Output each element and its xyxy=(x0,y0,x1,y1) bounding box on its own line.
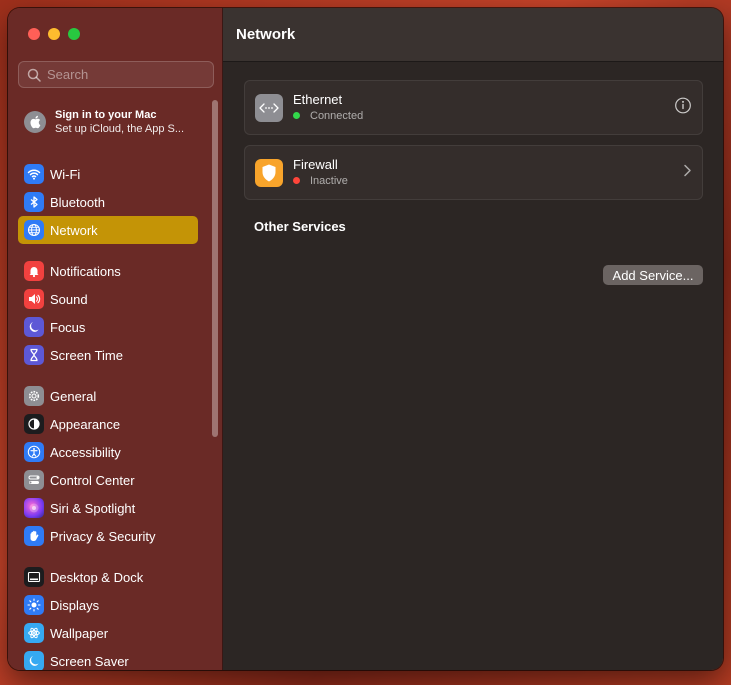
chevron-right-icon xyxy=(684,164,691,176)
close-button[interactable] xyxy=(28,28,40,40)
sidebar-item-label: Accessibility xyxy=(50,444,121,460)
sidebar-nav: Wi-Fi Bluetooth Network Notifications So… xyxy=(18,160,198,670)
bell-icon xyxy=(24,261,44,281)
sidebar-item-label: Siri & Spotlight xyxy=(50,500,136,516)
sidebar-item-sound[interactable]: Sound xyxy=(18,285,198,313)
info-icon xyxy=(675,97,691,113)
sidebar-item-desktop-dock[interactable]: Desktop & Dock xyxy=(18,563,198,591)
sidebar-item-label: Bluetooth xyxy=(50,194,105,210)
sidebar-item-label: Screen Saver xyxy=(50,653,129,669)
sidebar-item-network[interactable]: Network xyxy=(18,216,198,244)
accessibility-icon xyxy=(24,442,44,462)
sidebar-item-label: Screen Time xyxy=(50,347,123,363)
control-center-icon xyxy=(24,470,44,490)
toolbar: Network xyxy=(223,8,723,62)
bluetooth-icon xyxy=(24,192,44,212)
sidebar-item-wallpaper[interactable]: Wallpaper xyxy=(18,619,198,647)
sidebar-item-label: Sound xyxy=(50,291,88,307)
sidebar-item-notifications[interactable]: Notifications xyxy=(18,257,198,285)
page-title: Network xyxy=(236,26,296,43)
moon-icon xyxy=(24,317,44,337)
sidebar-item-wifi[interactable]: Wi-Fi xyxy=(18,160,198,188)
sidebar-item-appearance[interactable]: Appearance xyxy=(18,410,198,438)
sun-icon xyxy=(24,595,44,615)
sidebar-item-displays[interactable]: Displays xyxy=(18,591,198,619)
appearance-icon xyxy=(24,414,44,434)
sidebar-item-label: Control Center xyxy=(50,472,135,488)
sidebar-item-general[interactable]: General xyxy=(18,382,198,410)
sidebar-item-screen-saver[interactable]: Screen Saver xyxy=(18,647,198,670)
gear-icon xyxy=(24,386,44,406)
service-row-firewall[interactable]: Firewall Inactive xyxy=(244,145,703,200)
flower-icon xyxy=(24,623,44,643)
status-dot xyxy=(293,112,300,119)
service-name: Firewall xyxy=(293,156,338,172)
service-name: Ethernet xyxy=(293,91,343,107)
sidebar-item-label: Notifications xyxy=(50,263,121,279)
sidebar-scrollbar[interactable] xyxy=(212,100,218,437)
sidebar-item-label: Wi-Fi xyxy=(50,166,81,182)
sidebar-item-label: Privacy & Security xyxy=(50,528,156,544)
hand-icon xyxy=(24,526,44,546)
status-dot xyxy=(293,177,300,184)
service-row-ethernet[interactable]: Ethernet Connected xyxy=(244,80,703,135)
ethernet-icon xyxy=(255,93,283,122)
shield-icon xyxy=(255,158,283,187)
apple-account-avatar xyxy=(24,111,46,133)
wifi-icon xyxy=(24,164,44,184)
sidebar-item-label: Network xyxy=(50,222,98,238)
search-field[interactable] xyxy=(18,61,214,88)
search-input[interactable] xyxy=(47,67,207,82)
search-icon xyxy=(27,68,41,82)
sidebar-item-label: General xyxy=(50,388,97,404)
info-button[interactable] xyxy=(674,96,692,119)
dock-icon xyxy=(24,567,44,587)
other-services-heading: Other Services xyxy=(254,219,346,234)
settings-window: Sign in to your Mac Set up iCloud, the A… xyxy=(8,8,723,670)
sidebar-item-control-center[interactable]: Control Center xyxy=(18,466,198,494)
account-subtitle: Set up iCloud, the App S... xyxy=(55,123,185,135)
sidebar-item-bluetooth[interactable]: Bluetooth xyxy=(18,188,198,216)
chevron-button[interactable] xyxy=(682,163,692,182)
sidebar-item-focus[interactable]: Focus xyxy=(18,313,198,341)
sidebar-item-accessibility[interactable]: Accessibility xyxy=(18,438,198,466)
zoom-button[interactable] xyxy=(68,28,80,40)
service-status: Inactive xyxy=(310,174,348,187)
sidebar-item-label: Displays xyxy=(50,597,100,613)
hourglass-icon xyxy=(24,345,44,365)
screensaver-icon xyxy=(24,651,44,670)
sidebar-item-siri-spotlight[interactable]: Siri & Spotlight xyxy=(18,494,198,522)
siri-icon xyxy=(24,498,44,518)
service-status: Connected xyxy=(310,109,364,122)
sidebar-item-label: Appearance xyxy=(50,416,121,432)
sidebar-item-label: Desktop & Dock xyxy=(50,569,144,585)
apple-logo-icon xyxy=(30,115,41,129)
sidebar-item-screen-time[interactable]: Screen Time xyxy=(18,341,198,369)
account-title: Sign in to your Mac xyxy=(55,109,157,121)
minimize-button[interactable] xyxy=(48,28,60,40)
globe-icon xyxy=(24,220,44,240)
add-service-button[interactable]: Add Service... xyxy=(603,265,703,285)
sidebar-item-label: Wallpaper xyxy=(50,625,109,641)
speaker-icon xyxy=(24,289,44,309)
main-pane: Network Ethernet Connected Firewall Inac… xyxy=(223,8,723,670)
apple-account-item[interactable]: Sign in to your Mac Set up iCloud, the A… xyxy=(24,108,184,136)
sidebar-item-label: Focus xyxy=(50,319,86,335)
sidebar-item-privacy-security[interactable]: Privacy & Security xyxy=(18,522,198,550)
traffic-lights xyxy=(28,28,80,40)
sidebar: Sign in to your Mac Set up iCloud, the A… xyxy=(8,8,223,670)
